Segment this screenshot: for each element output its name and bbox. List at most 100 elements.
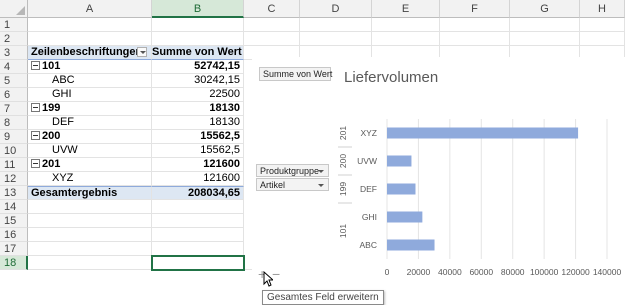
row-header-12[interactable]: 12 [0, 172, 28, 186]
row-header-14[interactable]: 14 [0, 200, 28, 214]
row-header-17[interactable]: 17 [0, 242, 28, 256]
column-header-h[interactable]: H [580, 0, 625, 18]
active-cell-selection [151, 255, 245, 271]
grid-cell[interactable] [510, 18, 580, 32]
row-header-11[interactable]: 11 [0, 158, 28, 172]
collapse-icon[interactable] [31, 102, 40, 112]
row-header-13[interactable]: 13 [0, 186, 28, 200]
category-label: ABC [360, 240, 377, 250]
grid-cell[interactable] [372, 18, 440, 32]
grid-cell[interactable] [28, 32, 152, 46]
column-header-g[interactable]: G [510, 0, 580, 18]
row-header-16[interactable]: 16 [0, 228, 28, 242]
group-label: 199 [338, 182, 348, 196]
row-header-9[interactable]: 9 [0, 130, 28, 144]
row-header-7[interactable]: 7 [0, 102, 28, 116]
grid-cell[interactable] [300, 32, 372, 46]
mouse-cursor-icon [263, 271, 273, 287]
grid-cell[interactable] [440, 32, 510, 46]
bar-def [387, 183, 416, 195]
group-label: 200 [338, 154, 348, 168]
pivot-item-row-value[interactable]: 121600 [152, 172, 244, 186]
collapse-icon[interactable] [31, 158, 40, 168]
select-all-corner[interactable] [0, 0, 28, 18]
grid-cell[interactable] [372, 32, 440, 46]
grid-cell[interactable] [580, 18, 625, 32]
pivot-item-row-label-text: ABC [52, 74, 75, 86]
row-header-8[interactable]: 8 [0, 116, 28, 130]
pivot-group-row-value[interactable]: 121600 [152, 158, 244, 172]
pivot-chart[interactable]: Summe von Wert Liefervolumen Produktgrup… [252, 57, 625, 302]
pivot-item-row-value[interactable]: 22500 [152, 88, 244, 102]
grid-cell[interactable] [28, 242, 152, 256]
grid-cell[interactable] [244, 32, 300, 46]
grid-cell[interactable] [152, 32, 244, 46]
grid-cell[interactable] [510, 32, 580, 46]
grid-cell[interactable] [152, 200, 244, 214]
pivot-group-row-label[interactable]: 201 [28, 158, 152, 172]
pivot-group-row-label-text: 101 [42, 60, 61, 72]
grid-cell[interactable] [152, 242, 244, 256]
pivot-group-row-label[interactable]: 199 [28, 102, 152, 116]
pivot-item-row-label-text: XYZ [52, 172, 74, 184]
column-header-d[interactable]: D [300, 0, 372, 18]
row-header-15[interactable]: 15 [0, 214, 28, 228]
grid-cell[interactable] [440, 18, 510, 32]
pivot-item-row-label[interactable]: GHI [28, 88, 152, 102]
row-header-3[interactable]: 3 [0, 46, 28, 60]
grid-cell[interactable] [300, 18, 372, 32]
collapse-field-button[interactable]: − [272, 267, 280, 281]
pivot-item-row-label[interactable]: ABC [28, 74, 152, 88]
bar-chart-plot: 0 20000 40000 60000 80000 100000 120000 140000 X… [338, 119, 622, 277]
row-header-2[interactable]: 2 [0, 32, 28, 46]
row-header-1[interactable]: 1 [0, 18, 28, 32]
column-header-a[interactable]: A [28, 0, 152, 18]
grid-cell[interactable] [28, 200, 152, 214]
grid-cell[interactable] [152, 18, 244, 32]
x-tick-label: 40000 [438, 267, 462, 277]
row-header-5[interactable]: 5 [0, 74, 28, 88]
pivot-item-row-value[interactable]: 15562,5 [152, 144, 244, 158]
filter-dropdown-icon[interactable] [137, 47, 147, 57]
tooltip: Gesamtes Feld erweitern [262, 290, 384, 305]
grid-cell[interactable] [152, 214, 244, 228]
pivot-total-row-label-text: Gesamtergebnis [31, 187, 118, 199]
column-header-f[interactable]: F [440, 0, 510, 18]
bar-uvw [387, 155, 412, 167]
row-header-6[interactable]: 6 [0, 88, 28, 102]
row-header-4[interactable]: 4 [0, 60, 28, 74]
pivot-group-row-label[interactable]: 101 [28, 60, 152, 74]
x-tick-label: 140000 [593, 267, 622, 277]
pivot-item-row-label[interactable]: DEF [28, 116, 152, 130]
grid-cell[interactable] [28, 256, 152, 270]
pivot-item-row-label[interactable]: UVW [28, 144, 152, 158]
x-tick-label: 100000 [530, 267, 559, 277]
grid-cell[interactable] [152, 228, 244, 242]
collapse-icon[interactable] [31, 60, 40, 70]
grid-cell[interactable] [28, 228, 152, 242]
pivot-header-value[interactable]: Summe von Wert [152, 46, 244, 60]
grid-cell[interactable] [28, 214, 152, 228]
row-header-10[interactable]: 10 [0, 144, 28, 158]
pivot-total-row-value[interactable]: 208034,65 [152, 186, 244, 200]
collapse-icon[interactable] [31, 130, 40, 140]
pivot-header-label-text: Zeilenbeschriftungen [31, 46, 143, 58]
grid-cell[interactable] [244, 18, 300, 32]
x-tick-label: 120000 [561, 267, 590, 277]
pivot-group-row-value[interactable]: 15562,5 [152, 130, 244, 144]
pivot-group-row-value[interactable]: 52742,15 [152, 60, 244, 74]
category-label: DEF [360, 184, 377, 194]
row-header-18[interactable]: 18 [0, 256, 28, 270]
pivot-group-row-label[interactable]: 200 [28, 130, 152, 144]
pivot-item-row-label[interactable]: XYZ [28, 172, 152, 186]
column-header-b[interactable]: B [152, 0, 244, 18]
column-header-c[interactable]: C [244, 0, 300, 18]
pivot-header-label[interactable]: Zeilenbeschriftungen [28, 46, 152, 60]
pivot-group-row-value[interactable]: 18130 [152, 102, 244, 116]
grid-cell[interactable] [28, 18, 152, 32]
column-header-e[interactable]: E [372, 0, 440, 18]
pivot-item-row-value[interactable]: 18130 [152, 116, 244, 130]
pivot-item-row-value[interactable]: 30242,15 [152, 74, 244, 88]
grid-cell[interactable] [580, 32, 625, 46]
pivot-total-row-label[interactable]: Gesamtergebnis [28, 186, 152, 200]
